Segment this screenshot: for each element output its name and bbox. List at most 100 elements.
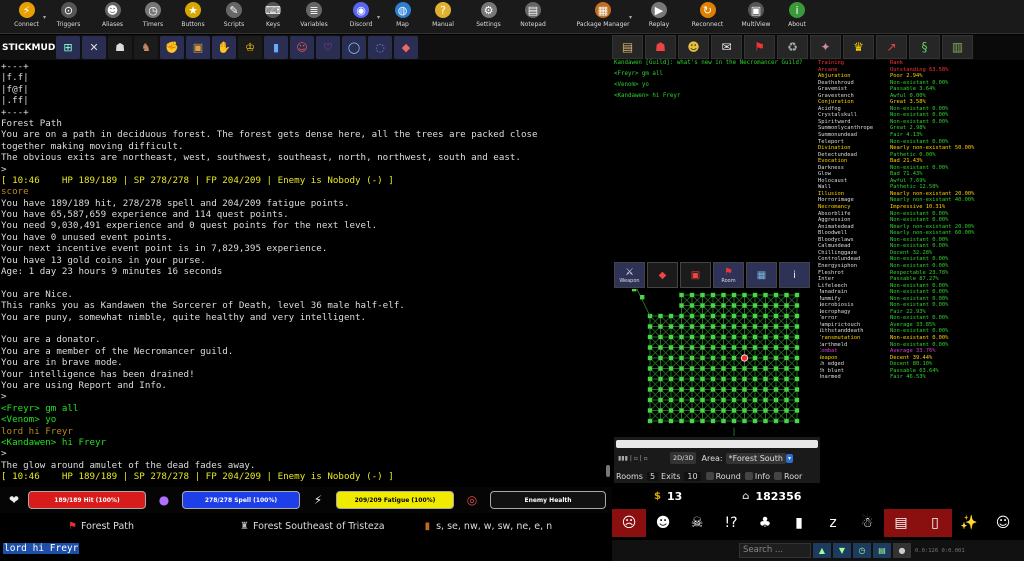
map-room [742,345,747,350]
worldmap-button[interactable]: ▦ [746,262,777,288]
area-select-arrow-icon[interactable]: ▾ [785,453,793,463]
info-checkbox[interactable] [744,472,753,480]
connect-button[interactable]: ⚡ Connect ▾ [10,0,46,34]
multiview-label: MultiView [741,21,771,28]
record-icon[interactable]: ● [893,543,911,558]
variables-button[interactable]: ≣ Variables [297,0,331,34]
triggers-button[interactable]: ⊙ Triggers [51,0,86,34]
map-room [647,345,653,350]
trash-icon[interactable]: ♻ [777,35,808,59]
settings-button[interactable]: ⚙ Settings [472,0,505,34]
bank-value: 182356 [755,489,802,503]
map-room [700,366,705,371]
area-select[interactable]: *Forest South [725,452,786,464]
skills-icon[interactable]: ✕ [82,36,106,59]
books-icon[interactable]: ▥ [942,35,973,59]
map-mode-button[interactable]: 2D/3D [670,452,697,464]
keys-button[interactable]: ⌨ Keys [259,0,287,34]
skull-icon[interactable]: ☠ [680,509,714,537]
info-button[interactable]: i [779,262,810,288]
currency-stats: $ 13 ⌂ 182356 [614,486,820,506]
sleep-icon[interactable]: z [816,509,850,537]
up-arrow-icon[interactable]: ▲ [813,543,831,558]
guild-icon[interactable]: ☗ [108,36,132,59]
scream-icon[interactable]: ☹ [612,509,646,537]
room-checkbox[interactable] [774,472,783,480]
map-room [773,387,779,392]
dropdown-arrow-icon[interactable]: ▾ [377,14,380,21]
graph-icon[interactable]: ↗ [876,35,907,59]
room-button[interactable]: ⚑ Room [713,262,744,288]
map-room [773,408,779,413]
shield-icon[interactable]: ◆ [394,36,418,59]
sparkle-icon[interactable]: ✨ [952,509,986,537]
milk-icon[interactable]: ▯ [918,509,952,537]
down-arrow-icon[interactable]: ▼ [833,543,851,558]
about-button[interactable]: i About [782,0,812,34]
timestamp-icon[interactable]: ◷ [853,543,871,558]
dropdown-arrow-icon[interactable]: ▾ [43,14,46,21]
map-view-buttons[interactable]: ▮▮▮ | ▫ | ▫ [618,455,670,462]
scripts-button[interactable]: ✎ Scripts [219,0,249,34]
command-line[interactable]: lord hi Freyr [0,540,612,561]
people-icon[interactable]: ☻ [678,35,709,59]
pin-icon[interactable]: ⚑ [744,35,775,59]
scroll-icon[interactable]: ▤ [612,35,643,59]
replay-button[interactable]: ▶ Replay [643,0,675,34]
mask-icon[interactable]: ☺ [290,36,314,59]
world-icon[interactable]: ⊞ [56,36,80,59]
exclaim-icon[interactable]: !? [714,509,748,537]
wizard-icon[interactable]: ✦ [810,35,841,59]
legs-icon[interactable]: ▮ [264,36,288,59]
map-zoom-track[interactable] [616,440,818,448]
armor-icon[interactable]: ▣ [186,36,210,59]
mapper-view[interactable] [614,282,820,436]
command-input[interactable]: lord hi Freyr [3,543,80,554]
bag-button[interactable]: ▣ [680,262,711,288]
map-room [679,292,684,298]
bread-icon[interactable]: ▤ [884,509,918,537]
crown-icon[interactable]: ♔ [238,36,262,59]
notepad-button[interactable]: ▤ Notepad [517,0,549,34]
exits-value[interactable]: 10 [684,471,701,481]
discord-button[interactable]: ◉ Discord ▾ [345,0,380,34]
package-manager-button[interactable]: ▦ Package Manager ▾ [576,0,632,34]
shield-button[interactable]: ◆ [647,262,678,288]
log-icon[interactable]: ▤ [873,543,891,558]
dropdown-arrow-icon[interactable]: ▾ [629,14,632,21]
multiview-button[interactable]: ▣ MultiView [740,0,772,34]
search-input[interactable]: Search ... [739,543,811,558]
devil-icon[interactable]: ☻ [646,509,680,537]
current-room-marker [740,354,749,362]
manual-button[interactable]: ? Manual [428,0,458,34]
trophy-icon[interactable]: ♛ [843,35,874,59]
aliases-button[interactable]: ☻ Aliases [96,0,129,34]
group-icon[interactable]: ☗ [645,35,676,59]
timers-button[interactable]: ◷ Timers [139,0,167,34]
gloves-icon[interactable]: ✋ [212,36,236,59]
chat-icon[interactable]: ✉ [711,35,742,59]
ring2-icon[interactable]: ◌ [368,36,392,59]
weapon-button[interactable]: ⚔ Weapon [614,262,645,288]
ring-icon[interactable]: ◯ [342,36,366,59]
beer-icon[interactable]: ▮ [782,509,816,537]
map-room [710,345,716,350]
amulet-icon[interactable]: ♡ [316,36,340,59]
boots-icon[interactable]: ♞ [134,36,158,59]
map-room [742,418,747,424]
console-scrollbar[interactable] [606,465,610,477]
manual-icon: ? [435,2,451,18]
manual-label: Manual [432,21,454,28]
round-checkbox[interactable] [705,472,714,480]
frog-icon[interactable]: ☺ [986,509,1020,537]
snake-icon[interactable]: § [909,35,940,59]
strength-icon[interactable]: ✊ [160,36,184,59]
buttons-button[interactable]: ★ Buttons [177,0,209,34]
map-button[interactable]: ◍ Map [389,0,416,34]
reconnect-button[interactable]: ↻ Reconnect [689,0,726,34]
map-graph[interactable] [614,282,820,436]
ghost-icon[interactable]: ☃ [850,509,884,537]
mushroom-icon[interactable]: ♣ [748,509,782,537]
door-icon: ▮ [424,520,431,532]
rooms-value[interactable]: 5 [646,471,659,481]
